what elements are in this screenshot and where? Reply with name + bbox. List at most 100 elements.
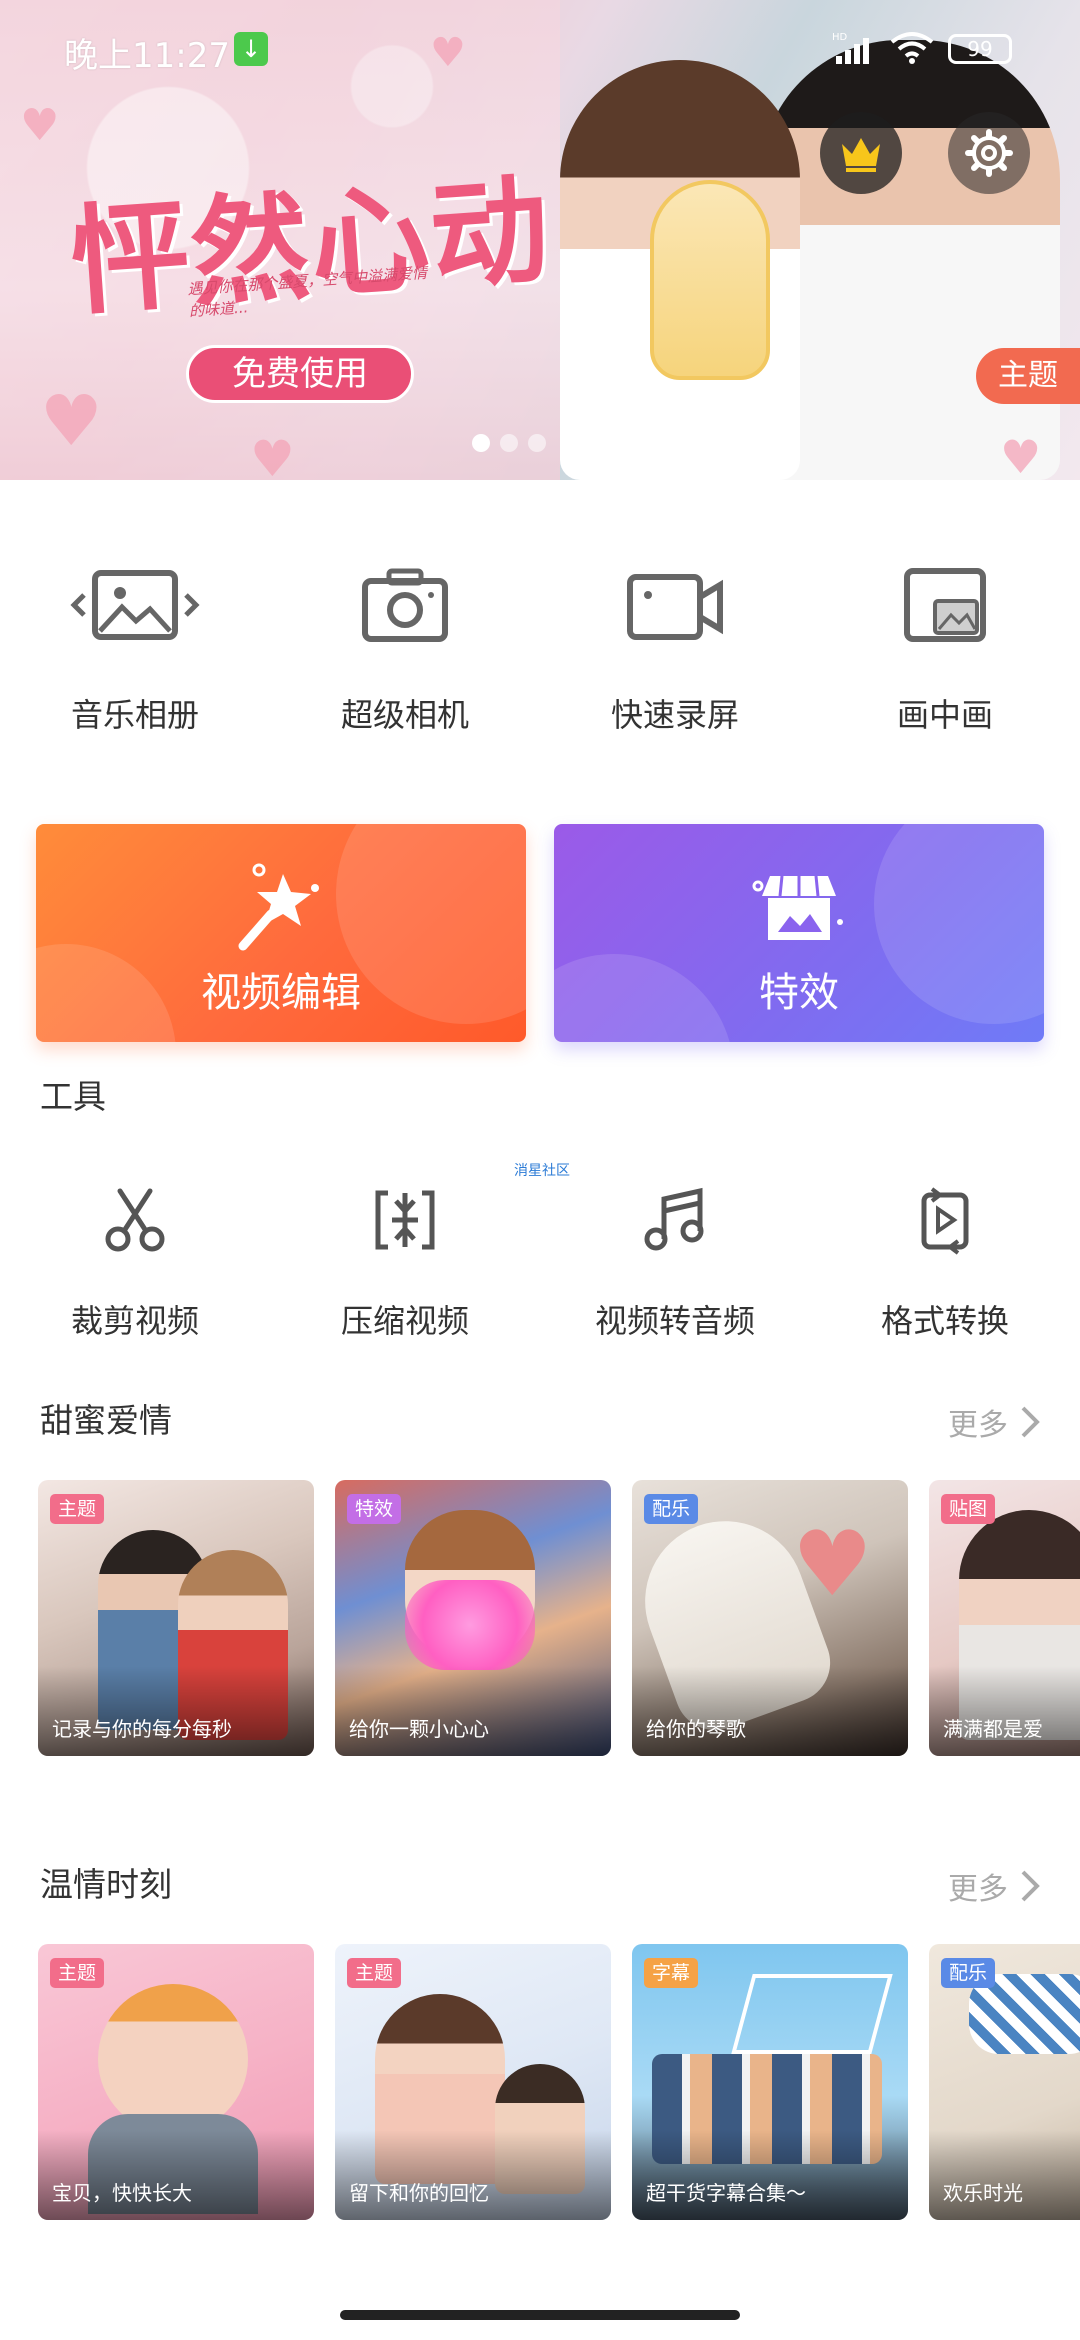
- status-time: 晚上11:27: [64, 36, 230, 76]
- music-album-action[interactable]: 音乐相册: [0, 560, 270, 750]
- caption-shade: [929, 1666, 1080, 1756]
- screen-record-label: 快速录屏: [610, 696, 739, 734]
- settings-button[interactable]: [948, 112, 1030, 194]
- camera-icon: [362, 568, 448, 642]
- free-use-button[interactable]: 免费使用: [186, 345, 414, 403]
- network-type: HD: [832, 32, 848, 43]
- home-indicator[interactable]: [340, 2310, 740, 2320]
- template-caption: 给你一颗小心心: [349, 1717, 489, 1741]
- chevron-right-icon: [1021, 1870, 1040, 1902]
- template-card[interactable]: 主题 留下和你的回忆: [335, 1944, 611, 2220]
- heart-decoration-icon: ♥: [40, 380, 103, 462]
- tools-title: 工具: [40, 1077, 106, 1116]
- template-tag: 主题: [347, 1958, 402, 1988]
- template-caption: 宝贝，快快长大: [52, 2181, 192, 2205]
- caption-shade: [632, 2130, 908, 2220]
- template-caption: 超干货字幕合集～: [646, 2181, 806, 2205]
- format-convert-label: 格式转换: [880, 1302, 1009, 1340]
- vip-button[interactable]: [820, 112, 902, 194]
- template-card[interactable]: 贴图 满满都是爱: [929, 1480, 1080, 1756]
- banner-theme-tag[interactable]: 主题: [976, 348, 1080, 404]
- template-card[interactable]: 配乐 欢乐时光: [929, 1944, 1080, 2220]
- tools-grid: 裁剪视频 压缩视频 视频转音频 格式转换: [0, 1180, 1080, 1340]
- gear-icon: [965, 129, 1013, 177]
- signal-icon: HD: [832, 32, 869, 64]
- banner-photo-boy: [760, 40, 1060, 480]
- caption-shade: [335, 1666, 611, 1756]
- battery-indicator: 99: [948, 34, 1012, 64]
- heart-decoration-icon: ♥: [250, 430, 295, 480]
- arrow-decoration-icon: [731, 1974, 893, 2054]
- more-link-warm-moments[interactable]: 更多: [948, 1864, 1040, 1908]
- photo-album-icon: [70, 570, 200, 640]
- video-to-audio-label: 视频转音频: [594, 1302, 755, 1340]
- video-to-audio-tool[interactable]: 视频转音频: [540, 1180, 810, 1340]
- compress-video-label: 压缩视频: [340, 1302, 469, 1340]
- picture-in-picture-icon: [904, 568, 986, 642]
- compress-icon: [375, 1190, 435, 1250]
- caption-shade: [632, 1666, 908, 1756]
- picture-in-picture-label: 画中画: [896, 696, 993, 734]
- section-title-warm-moments: 温情时刻: [40, 1865, 172, 1904]
- status-bar: 晚上11:27 ↓ HD 99: [0, 0, 1080, 100]
- music-note-icon: [644, 1187, 704, 1251]
- thumb-heart-effect: [405, 1580, 535, 1670]
- template-card[interactable]: 主题 宝贝，快快长大: [38, 1944, 314, 2220]
- super-camera-action[interactable]: 超级相机: [270, 560, 540, 750]
- heart-decoration-icon: ♥: [792, 1512, 873, 1617]
- scissors-icon: [105, 1188, 165, 1252]
- cut-video-label: 裁剪视频: [70, 1302, 199, 1340]
- banner-photo-mitt: [650, 180, 770, 380]
- banner-page-indicator: [472, 434, 546, 452]
- template-card[interactable]: 特效 给你一颗小心心: [335, 1480, 611, 1756]
- video-edit-label: 视频编辑: [201, 970, 361, 1016]
- caption-shade: [929, 2130, 1080, 2220]
- template-caption: 给你的琴歌: [646, 1717, 746, 1741]
- template-tag: 字幕: [644, 1958, 699, 1988]
- template-tag: 主题: [50, 1494, 105, 1524]
- super-camera-label: 超级相机: [340, 696, 469, 734]
- community-link[interactable]: 消星社区: [514, 1160, 570, 1180]
- music-album-label: 音乐相册: [70, 696, 199, 734]
- template-card[interactable]: ♥ 配乐 给你的琴歌: [632, 1480, 908, 1756]
- magic-wand-icon: [238, 863, 319, 951]
- screen-record-action[interactable]: 快速录屏: [540, 560, 810, 750]
- compress-video-tool[interactable]: 压缩视频: [270, 1180, 540, 1340]
- store-icon: [752, 875, 843, 940]
- sweet-love-carousel[interactable]: 主题 记录与你的每分每秒 特效 给你一颗小心心 ♥ 配乐 给你的琴歌 贴图 满满…: [38, 1480, 1080, 1756]
- video-edit-card[interactable]: 视频编辑: [36, 824, 526, 1042]
- picture-in-picture-action[interactable]: 画中画: [810, 560, 1080, 750]
- cut-video-tool[interactable]: 裁剪视频: [0, 1180, 270, 1340]
- template-caption: 留下和你的回忆: [349, 2181, 489, 2205]
- section-title-sweet-love: 甜蜜爱情: [40, 1401, 172, 1440]
- crown-icon: [842, 138, 880, 172]
- heart-decoration-icon: ♥: [1000, 430, 1042, 480]
- template-tag: 配乐: [941, 1958, 996, 1988]
- template-card[interactable]: 字幕 超干货字幕合集～: [632, 1944, 908, 2220]
- effects-card[interactable]: 特效: [554, 824, 1044, 1042]
- thumb-photo: [98, 1984, 248, 2134]
- caption-shade: [38, 2130, 314, 2220]
- warm-moments-carousel[interactable]: 主题 宝贝，快快长大 主题 留下和你的回忆 字幕 超干货字幕合集～ 配乐 欢乐时…: [38, 1944, 1080, 2220]
- more-link-sweet-love[interactable]: 更多: [948, 1400, 1040, 1444]
- template-card[interactable]: 主题 记录与你的每分每秒: [38, 1480, 314, 1756]
- template-caption: 记录与你的每分每秒: [52, 1717, 232, 1741]
- caption-shade: [38, 1666, 314, 1756]
- template-tag: 贴图: [941, 1494, 996, 1524]
- template-tag: 配乐: [644, 1494, 699, 1524]
- quick-actions: 音乐相册 超级相机 快速录屏 画中画: [0, 560, 1080, 750]
- more-label: 更多: [948, 1408, 1008, 1443]
- convert-icon: [921, 1187, 969, 1255]
- caption-shade: [335, 2130, 611, 2220]
- format-convert-tool[interactable]: 格式转换: [810, 1180, 1080, 1340]
- chevron-right-icon: [1021, 1406, 1040, 1438]
- effects-label: 特效: [759, 970, 839, 1016]
- template-tag: 主题: [50, 1958, 105, 1988]
- template-caption: 欢乐时光: [943, 2181, 1023, 2205]
- indicator-dot: [528, 434, 546, 452]
- template-caption: 满满都是爱: [943, 1717, 1043, 1741]
- download-icon: ↓: [234, 32, 268, 66]
- indicator-dot: [500, 434, 518, 452]
- more-label: 更多: [948, 1872, 1008, 1907]
- template-tag: 特效: [347, 1494, 402, 1524]
